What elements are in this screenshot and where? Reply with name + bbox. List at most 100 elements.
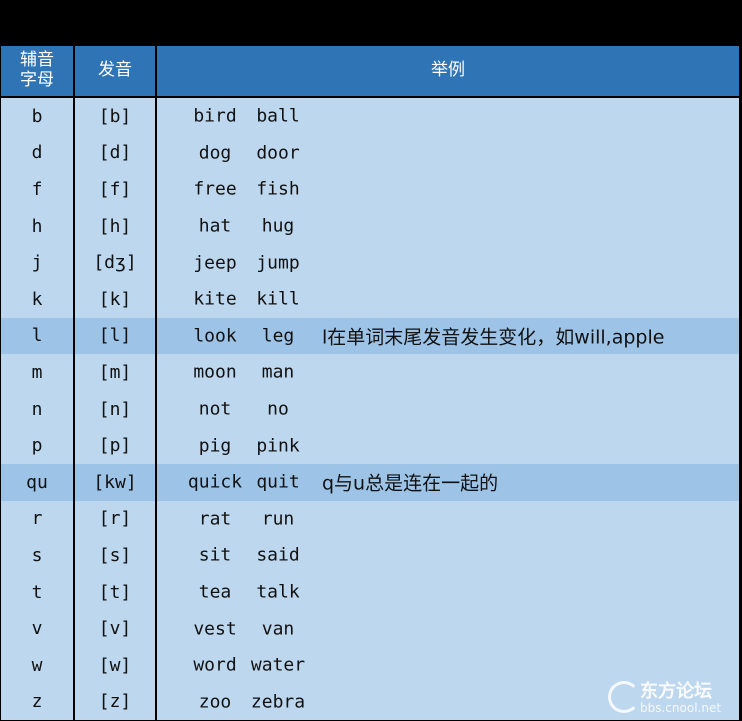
header-consonant-letter: 辅音 字母	[1, 46, 75, 97]
example-word-2: man	[261, 361, 295, 383]
examples-cell: jeep jump	[156, 244, 739, 281]
example-word-2: talk	[256, 581, 300, 603]
example-word-1: tea	[198, 581, 232, 603]
example-word-1: not	[198, 398, 232, 420]
example-word-2: van	[261, 618, 295, 640]
example-word-2: said	[256, 544, 300, 566]
row-note: l在单词末尾发音发生变化，如will,apple	[322, 326, 665, 349]
examples-cell: look leg l在单词末尾发音发生变化，如will,apple	[156, 317, 739, 355]
phonetic-symbol: [s]	[74, 537, 157, 574]
phonetic-symbol: [b]	[74, 96, 157, 135]
example-word-2: kill	[256, 288, 300, 310]
example-word-1: dog	[198, 142, 232, 164]
watermark-url: bbs.cnool.net	[640, 701, 722, 715]
phonetic-symbol: [f]	[74, 171, 157, 208]
example-word-2: no	[267, 398, 289, 420]
phonetic-symbol: [t]	[74, 573, 157, 611]
example-word-1: bird	[193, 105, 237, 127]
consonant-letter: k	[1, 280, 75, 318]
example-word-2: leg	[261, 325, 295, 347]
example-word-2: fish	[256, 178, 300, 200]
example-word-2: hug	[261, 215, 295, 237]
phonetic-symbol: [dʒ]	[74, 244, 157, 281]
table-row: n [n] not no	[1, 390, 739, 428]
example-word-1: hat	[198, 215, 232, 237]
examples-cell: pig pink	[156, 427, 739, 464]
table-row: r [r] rat run	[1, 500, 739, 538]
examples-cell: tea talk	[156, 573, 739, 611]
site-watermark: 东方论坛 bbs.cnool.net	[608, 677, 728, 719]
consonant-letter: d	[1, 134, 75, 172]
examples-cell: bird ball	[156, 96, 739, 135]
consonant-letter: t	[1, 573, 75, 611]
example-word-2: run	[261, 508, 295, 530]
consonant-letter: b	[1, 96, 75, 135]
consonant-letter: v	[1, 610, 75, 647]
consonant-letter: h	[1, 207, 75, 245]
example-word-2: ball	[256, 105, 300, 127]
phonetic-symbol: [d]	[74, 134, 157, 172]
example-word-1: rat	[198, 508, 232, 530]
header-pronunciation: 发音	[74, 46, 157, 97]
consonant-letter: s	[1, 537, 75, 574]
consonant-letter: r	[1, 500, 75, 538]
phonetic-symbol: [v]	[74, 610, 157, 647]
consonant-letter: n	[1, 390, 75, 428]
examples-cell: rat run	[156, 500, 739, 538]
table-row: l [l] look leg l在单词末尾发音发生变化，如will,apple	[1, 317, 739, 355]
example-word-1: look	[193, 325, 237, 347]
example-word-2: quit	[256, 471, 300, 493]
phonetic-symbol: [r]	[74, 500, 157, 538]
table-row: d [d] dog door	[1, 134, 739, 172]
table-row: b [b] bird ball	[1, 96, 739, 135]
example-word-1: moon	[193, 361, 237, 383]
phonetic-symbol: [w]	[74, 646, 157, 684]
table-row: v [v] vest van	[1, 610, 739, 647]
row-note: q与u总是连在一起的	[322, 472, 499, 495]
example-word-2: pink	[256, 435, 300, 457]
consonant-letter: l	[1, 317, 75, 355]
example-word-1: free	[193, 178, 237, 200]
examples-cell: hat hug	[156, 207, 739, 245]
top-black-bar	[0, 0, 742, 46]
consonant-letter: w	[1, 646, 75, 684]
consonant-letter: z	[1, 683, 75, 721]
forum-logo-icon	[608, 681, 640, 713]
table-header-row: 辅音 字母 发音 举例	[1, 46, 739, 97]
consonant-table: 辅音 字母 发音 举例 b [b] bird ball d [d] dog door f [f] f…	[1, 46, 739, 721]
consonant-letter: j	[1, 244, 75, 281]
phonetic-symbol: [kw]	[74, 463, 157, 501]
table-row: s [s] sit said	[1, 537, 739, 574]
examples-cell: free fish	[156, 171, 739, 208]
watermark-name: 东方论坛	[640, 681, 712, 702]
example-word-1: sit	[198, 544, 232, 566]
table-row: p [p] pig pink	[1, 427, 739, 464]
example-word-1: quick	[187, 471, 243, 493]
examples-cell: not no	[156, 390, 739, 428]
consonant-letter: m	[1, 354, 75, 391]
examples-cell: kite kill	[156, 280, 739, 318]
examples-cell: sit said	[156, 537, 739, 574]
phonetic-symbol: [n]	[74, 390, 157, 428]
table-row: k [k] kite kill	[1, 280, 739, 318]
table-body: b [b] bird ball d [d] dog door f [f] free fish h [h] h…	[1, 96, 739, 721]
example-word-1: pig	[198, 435, 232, 457]
table-row: m [m] moon man	[1, 354, 739, 391]
examples-cell: vest van	[156, 610, 739, 647]
phonetic-symbol: [h]	[74, 207, 157, 245]
examples-cell: dog door	[156, 134, 739, 172]
phonetic-symbol: [l]	[74, 317, 157, 355]
example-word-2: water	[250, 654, 306, 676]
table-row: qu [kw] quick quit q与u总是连在一起的	[1, 463, 739, 501]
phonetic-symbol: [p]	[74, 427, 157, 464]
example-word-1: vest	[193, 618, 237, 640]
example-word-1: kite	[193, 288, 237, 310]
table-row: f [f] free fish	[1, 171, 739, 208]
examples-cell: quick quit q与u总是连在一起的	[156, 463, 739, 501]
table-row: h [h] hat hug	[1, 207, 739, 245]
example-word-2: zebra	[250, 691, 306, 713]
consonant-letter: p	[1, 427, 75, 464]
example-word-1: zoo	[198, 691, 232, 713]
example-word-1: jeep	[193, 252, 237, 274]
consonant-letter: qu	[1, 463, 75, 501]
